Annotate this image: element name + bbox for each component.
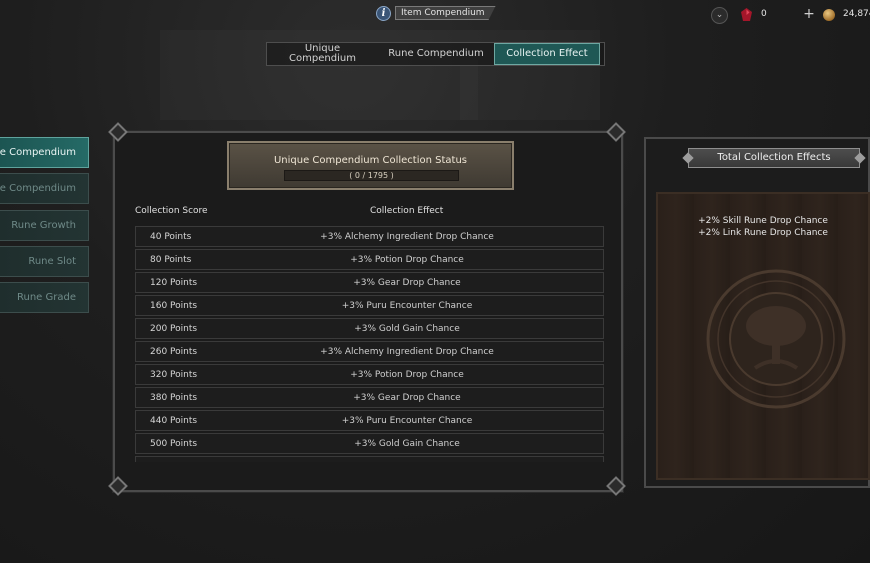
row-effect: +3% Gear Drop Chance <box>353 277 461 288</box>
table-row: 80 Points +3% Potion Drop Chance <box>135 249 604 270</box>
ruby-gem-icon <box>741 8 752 21</box>
table-row <box>135 456 604 462</box>
row-score: 40 Points <box>150 231 192 242</box>
row-effect: +3% Gold Gain Chance <box>354 438 460 449</box>
row-score: 380 Points <box>150 392 198 403</box>
row-effect: +3% Alchemy Ingredient Drop Chance <box>320 231 494 242</box>
table-row: 260 Points +3% Alchemy Ingredient Drop Ch… <box>135 341 604 362</box>
row-effect: +3% Puru Encounter Chance <box>341 300 473 311</box>
column-header-score: Collection Score <box>135 206 208 216</box>
gem-count: 0 <box>761 9 767 19</box>
background-shelf <box>460 60 478 120</box>
column-header-effect: Collection Effect <box>370 206 444 216</box>
gold-coin-icon <box>823 9 835 21</box>
row-score: 500 Points <box>150 438 198 449</box>
sidebar-item-rune-slot[interactable]: Rune Slot <box>0 246 89 277</box>
table-row: 440 Points +3% Puru Encounter Chance <box>135 410 604 431</box>
total-effect-line: +2% Skill Rune Drop Chance <box>698 216 828 226</box>
sidebar-item-rune-growth[interactable]: Rune Growth <box>0 210 89 241</box>
sidebar-item-rune-grade[interactable]: Rune Grade <box>0 282 89 313</box>
info-icon[interactable]: i <box>376 5 391 21</box>
top-tab-bar: Unique Compendium Rune Compendium Collec… <box>266 42 605 66</box>
sidebar-item-rune-compendium[interactable]: ne Compendium <box>0 173 89 204</box>
row-effect: +3% Gear Drop Chance <box>353 392 461 403</box>
collection-progress-bar: ( 0 / 1795 ) <box>284 170 459 181</box>
row-score: 440 Points <box>150 415 198 426</box>
row-effect: +3% Puru Encounter Chance <box>341 415 473 426</box>
tab-unique-compendium[interactable]: Unique Compendium <box>267 43 378 65</box>
tab-rune-compendium[interactable]: Rune Compendium <box>378 43 494 65</box>
chevron-down-icon[interactable]: ⌄ <box>711 7 728 24</box>
sidebar-item-label: ue Compendium <box>0 147 76 158</box>
sidebar-item-unique-compendium[interactable]: ue Compendium <box>0 137 89 168</box>
row-score: 260 Points <box>150 346 198 357</box>
row-score: 80 Points <box>150 254 192 265</box>
table-row: 320 Points +3% Potion Drop Chance <box>135 364 604 385</box>
window-title: i Item Compendium <box>376 5 496 21</box>
tab-collection-effect[interactable]: Collection Effect <box>494 43 600 65</box>
total-effects-title: Total Collection Effects <box>688 148 860 168</box>
total-effect-line: +2% Link Rune Drop Chance <box>698 228 828 238</box>
row-score: 160 Points <box>150 300 198 311</box>
row-effect: +3% Gold Gain Chance <box>354 323 460 334</box>
sidebar-item-label: Rune Grade <box>17 292 76 303</box>
row-effect: +3% Alchemy Ingredient Drop Chance <box>320 346 494 357</box>
row-score: 120 Points <box>150 277 198 288</box>
table-row: 120 Points +3% Gear Drop Chance <box>135 272 604 293</box>
collection-count: ( 0 / 1795 ) <box>349 171 394 180</box>
tree-emblem-icon <box>706 269 846 409</box>
sidebar-item-label: Rune Growth <box>11 220 76 231</box>
table-row: 500 Points +3% Gold Gain Chance <box>135 433 604 454</box>
table-row: 200 Points +3% Gold Gain Chance <box>135 318 604 339</box>
coin-count: 24,874 <box>843 9 870 19</box>
plus-icon[interactable]: + <box>802 6 816 23</box>
sidebar-item-label: ne Compendium <box>0 183 76 194</box>
collection-status-box: Unique Compendium Collection Status ( 0 … <box>227 141 514 190</box>
row-effect: +3% Potion Drop Chance <box>350 369 464 380</box>
row-effect: +3% Potion Drop Chance <box>350 254 464 265</box>
status-title: Unique Compendium Collection Status <box>273 155 468 166</box>
table-row: 380 Points +3% Gear Drop Chance <box>135 387 604 408</box>
table-row: 40 Points +3% Alchemy Ingredient Drop Cha… <box>135 226 604 247</box>
collection-table[interactable]: 40 Points +3% Alchemy Ingredient Drop Cha… <box>135 224 604 462</box>
row-score: 200 Points <box>150 323 198 334</box>
table-row: 160 Points +3% Puru Encounter Chance <box>135 295 604 316</box>
sidebar-item-label: Rune Slot <box>28 256 76 267</box>
row-score: 320 Points <box>150 369 198 380</box>
title-label: Item Compendium <box>395 6 496 20</box>
